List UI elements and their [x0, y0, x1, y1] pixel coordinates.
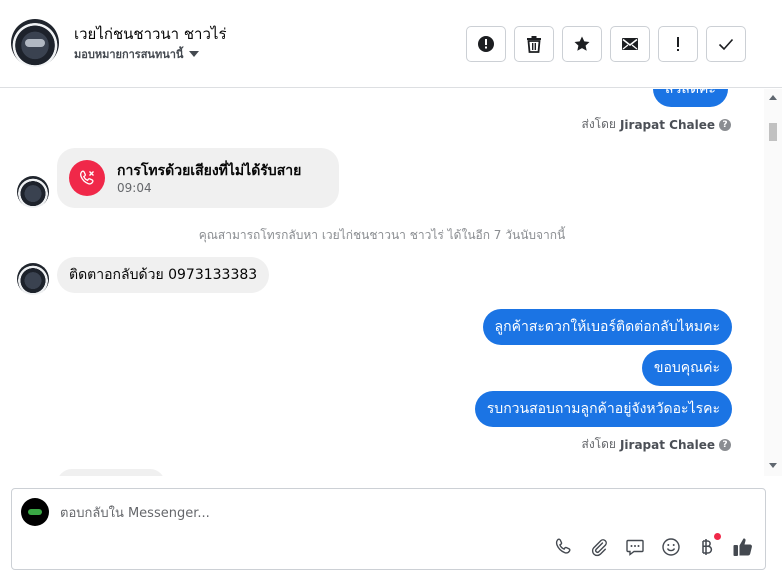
composer-tools — [552, 533, 754, 558]
contact-name[interactable]: เวยไก่ชนชาวนา ชาวไร่ — [74, 22, 227, 46]
sent-by-label: ส่งโดย Jirapat Chalee ? — [581, 435, 731, 454]
mark-unread-button[interactable] — [610, 26, 650, 62]
incoming-message[interactable]: ติดตาอกลับด้วย 0973133383 — [57, 257, 270, 293]
delete-button[interactable] — [514, 26, 554, 62]
sent-by-label: ส่งโดย Jirapat Chalee ? — [581, 115, 731, 134]
sent-by-name: Jirapat Chalee — [619, 437, 715, 452]
exclamation-icon — [677, 37, 679, 51]
emoji-icon[interactable] — [660, 536, 682, 558]
notification-dot — [714, 533, 721, 540]
info-icon[interactable]: ? — [719, 118, 731, 131]
outgoing-message[interactable]: สวัสดีค่ะ — [653, 89, 728, 107]
incoming-message-partial[interactable] — [57, 469, 165, 476]
assign-conversation-dropdown[interactable]: มอบหมายการสนทนานี้ — [74, 45, 200, 63]
info-icon[interactable]: ? — [719, 438, 731, 451]
reply-input[interactable] — [60, 503, 750, 523]
missed-call-card[interactable]: การโทรด้วยเสียงที่ไม่ได้รับสาย 09:04 — [57, 148, 339, 208]
contact-avatar-small[interactable] — [17, 176, 49, 208]
contact-avatar[interactable] — [11, 19, 59, 67]
paperclip-icon[interactable] — [588, 536, 610, 558]
check-icon — [718, 38, 734, 51]
envelope-icon — [622, 38, 638, 50]
sent-by-prefix: ส่งโดย — [581, 117, 616, 131]
follow-up-button[interactable] — [658, 26, 698, 62]
caret-down-icon — [189, 51, 200, 57]
trash-icon — [527, 36, 541, 53]
page-avatar — [21, 498, 49, 526]
contact-avatar-small[interactable] — [17, 263, 49, 295]
phone-icon[interactable] — [552, 536, 574, 558]
callback-note: คุณสามารถโทรกลับหา เวยไก่ชนชาวนา ชาวไร่ … — [198, 228, 566, 242]
outgoing-message[interactable]: ลูกค้าสะดวกให้เบอร์ติดต่อกลับไหมคะ — [482, 309, 732, 345]
sent-by-name: Jirapat Chalee — [619, 117, 715, 132]
outgoing-message[interactable]: ขอบคุณค่ะ — [641, 350, 732, 386]
thumbs-up-icon[interactable] — [732, 536, 754, 558]
conversation-toolbar — [466, 26, 746, 62]
scrollbar-thumb[interactable] — [769, 123, 777, 141]
star-button[interactable] — [562, 26, 602, 62]
message-thread[interactable]: สวัสดีค่ะ ส่งโดย Jirapat Chalee ? การโทร… — [0, 89, 764, 476]
star-icon — [574, 36, 590, 51]
conversation-header: เวยไก่ชนชาวนา ชาวไร่ มอบหมายการสนทนานี้ — [0, 0, 782, 88]
thread-scrollbar[interactable] — [764, 89, 782, 476]
report-button[interactable] — [466, 26, 506, 62]
assign-conversation-label: มอบหมายการสนทนานี้ — [74, 48, 184, 61]
mark-done-button[interactable] — [706, 26, 746, 62]
baht-payment-icon[interactable] — [696, 533, 721, 558]
scroll-up-arrow-icon[interactable] — [769, 95, 777, 100]
reply-composer — [11, 488, 766, 570]
missed-call-title: การโทรด้วยเสียงที่ไม่ได้รับสาย — [117, 163, 302, 179]
scroll-down-arrow-icon[interactable] — [769, 463, 777, 468]
saved-replies-icon[interactable] — [624, 536, 646, 558]
missed-call-time: 09:04 — [117, 181, 152, 195]
sent-by-prefix: ส่งโดย — [581, 437, 616, 451]
missed-call-icon — [69, 160, 105, 196]
outgoing-message[interactable]: รบกวนสอบถามลูกค้าอยู่จังหวัดอะไรคะ — [474, 391, 732, 427]
alert-circle-icon — [478, 36, 494, 52]
